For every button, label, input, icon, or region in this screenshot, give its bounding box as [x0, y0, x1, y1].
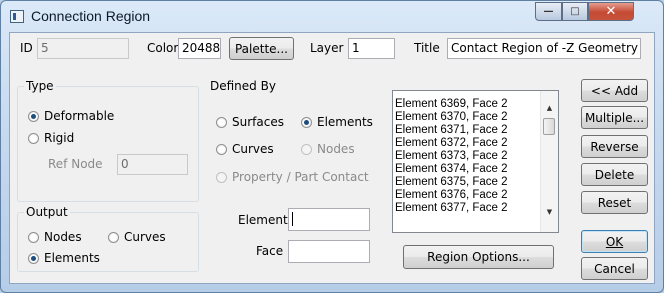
radio-property-part-contact-label: Property / Part Contact — [232, 170, 369, 184]
radio-indicator — [28, 252, 39, 264]
maximize-icon: □ — [570, 6, 580, 17]
reset-button[interactable]: Reset — [581, 191, 648, 214]
list-item[interactable]: Element 6373, Face 2 — [395, 150, 508, 163]
list-scrollbar[interactable]: ▲ ▼ — [540, 91, 558, 232]
palette-button[interactable]: Palette... — [229, 37, 294, 60]
radio-output-curves[interactable]: Curves — [108, 230, 166, 244]
output-group: Output Nodes Curves Elements — [17, 205, 199, 272]
title-bar[interactable]: Connection Region — □ ✕ — [1, 1, 663, 32]
minimize-button[interactable]: — — [535, 2, 562, 21]
type-group-title: Type — [24, 79, 56, 93]
layer-field[interactable]: 1 — [348, 38, 395, 59]
minimize-icon: — — [543, 6, 554, 17]
ok-button[interactable]: OK — [581, 230, 648, 253]
list-item[interactable]: Element 6376, Face 2 — [395, 189, 508, 202]
list-item[interactable]: Element 6375, Face 2 — [395, 176, 508, 189]
window-title: Connection Region — [31, 8, 151, 24]
radio-surfaces-label: Surfaces — [232, 115, 284, 129]
id-field[interactable]: 5 — [37, 38, 129, 59]
radio-curves-label: Curves — [232, 142, 274, 156]
radio-rigid-label: Rigid — [44, 131, 75, 145]
add-button[interactable]: << Add — [581, 79, 648, 102]
connection-region-window: Connection Region — □ ✕ ID 5 Color 20488… — [0, 0, 664, 293]
title-label: Title — [414, 41, 440, 55]
radio-rigid[interactable]: Rigid — [28, 131, 74, 145]
radio-curves[interactable]: Curves — [216, 142, 274, 156]
title-field[interactable]: Contact Region of -Z Geometry — [447, 38, 641, 59]
radio-surfaces[interactable]: Surfaces — [216, 115, 284, 129]
ref-node-field[interactable]: 0 — [117, 154, 188, 175]
radio-indicator — [28, 110, 39, 122]
radio-indicator — [301, 143, 312, 155]
radio-output-nodes[interactable]: Nodes — [28, 230, 82, 244]
radio-output-elements[interactable]: Elements — [28, 251, 100, 265]
radio-indicator — [28, 132, 39, 144]
cancel-button[interactable]: Cancel — [581, 257, 648, 280]
app-icon — [10, 10, 24, 23]
reverse-button[interactable]: Reverse — [581, 135, 648, 158]
list-item[interactable]: Element 6369, Face 2 — [395, 98, 508, 111]
color-field[interactable]: 20488 — [178, 38, 221, 59]
radio-property-part-contact[interactable]: Property / Part Contact — [216, 170, 369, 184]
close-icon: ✕ — [605, 4, 617, 19]
text-cursor — [292, 211, 293, 226]
id-label: ID — [20, 41, 33, 55]
region-options-button[interactable]: Region Options... — [403, 245, 554, 269]
list-item[interactable]: Element 6370, Face 2 — [395, 111, 508, 124]
radio-nodes[interactable]: Nodes — [301, 142, 355, 156]
radio-output-nodes-label: Nodes — [44, 230, 82, 244]
radio-elements-label: Elements — [317, 115, 373, 129]
radio-nodes-label: Nodes — [317, 142, 355, 156]
radio-deformable[interactable]: Deformable — [28, 109, 114, 123]
defined-by-title: Defined By — [208, 79, 278, 93]
element-field[interactable] — [288, 208, 370, 231]
list-item[interactable]: Element 6372, Face 2 — [395, 137, 508, 150]
scroll-thumb[interactable] — [543, 118, 555, 135]
radio-indicator — [28, 231, 39, 243]
scroll-up-arrow-icon[interactable]: ▲ — [541, 99, 558, 116]
defined-by-group: Defined By Surfaces Elements Curves Node… — [207, 79, 385, 203]
dialog-body: ID 5 Color 20488 Palette... Layer 1 Titl… — [9, 32, 655, 284]
entity-listbox[interactable]: Element 6369, Face 2 Element 6370, Face … — [392, 90, 559, 233]
radio-output-curves-label: Curves — [124, 230, 166, 244]
face-field[interactable] — [288, 240, 370, 263]
radio-indicator — [301, 116, 312, 128]
scroll-down-arrow-icon[interactable]: ▼ — [541, 203, 558, 220]
layer-label: Layer — [310, 41, 344, 55]
list-item[interactable]: Element 6374, Face 2 — [395, 163, 508, 176]
radio-indicator — [108, 231, 119, 243]
face-label: Face — [256, 244, 284, 258]
delete-button[interactable]: Delete — [581, 163, 648, 186]
radio-indicator — [216, 171, 227, 183]
multiple-button[interactable]: Multiple... — [581, 106, 648, 129]
output-group-title: Output — [24, 205, 70, 219]
radio-output-elements-label: Elements — [44, 251, 100, 265]
type-group: Type Deformable Rigid Ref Node 0 — [17, 79, 199, 202]
element-label: Element — [238, 213, 288, 227]
maximize-button[interactable]: □ — [562, 2, 588, 21]
close-button[interactable]: ✕ — [588, 2, 634, 21]
list-item[interactable]: Element 6377, Face 2 — [395, 202, 508, 215]
radio-deformable-label: Deformable — [44, 109, 115, 123]
radio-indicator — [216, 143, 227, 155]
ref-node-label: Ref Node — [48, 157, 103, 171]
color-label: Color — [147, 41, 179, 55]
list-item[interactable]: Element 6371, Face 2 — [395, 124, 508, 137]
radio-elements[interactable]: Elements — [301, 115, 373, 129]
radio-indicator — [216, 116, 227, 128]
